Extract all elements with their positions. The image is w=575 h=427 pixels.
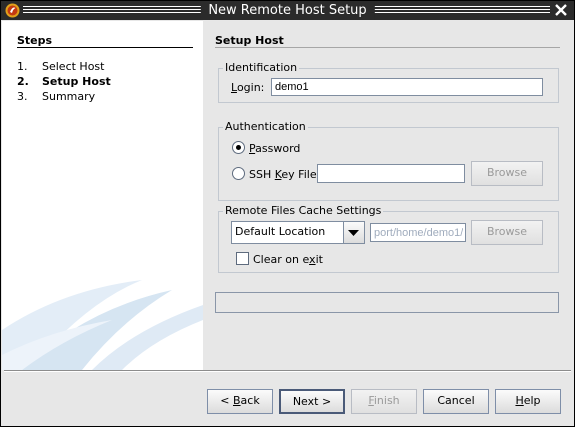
cache-location-value: Default Location [235,225,326,238]
step-summary: 3. Summary [17,90,95,103]
button-divider-highlight [4,371,571,372]
chevron-down-icon [348,230,359,236]
cancel-button[interactable]: Cancel [423,389,489,414]
step-number: 1. [17,60,28,73]
finish-button[interactable]: Finish [351,389,417,414]
password-label[interactable]: Password [249,142,300,155]
clear-on-exit-checkbox[interactable] [236,252,249,265]
password-radio[interactable] [232,141,245,154]
dialog-window: New Remote Host Setup Steps 1. Select Hos… [0,0,575,427]
cache-settings-label: Remote Files Cache Settings [223,204,384,218]
step-setup-host: 2. Setup Host [17,75,111,88]
steps-panel: Steps 1. Select Host 2. Setup Host 3. Summa… [2,21,203,370]
step-label: Select Host [42,60,105,73]
step-number: 2. [17,75,29,88]
dropdown-arrow[interactable] [343,222,364,243]
back-button[interactable]: < Back [207,389,273,414]
step-number: 3. [17,90,28,103]
wizard-watermark-graphic [2,280,203,370]
step-label: Summary [42,90,96,103]
app-logo-icon [5,3,20,18]
title-divider [215,47,560,48]
steps-heading: Steps [17,34,53,47]
authentication-label: Authentication [223,120,308,134]
ssh-key-label[interactable]: SSH Key File [249,168,317,181]
cache-browse-button[interactable]: Browse [471,220,543,245]
ssh-key-file-input[interactable] [317,164,465,183]
identification-label: Identification [223,61,300,75]
login-label: Login: [231,81,265,94]
ssh-browse-button[interactable]: Browse [471,161,543,186]
step-label: Setup Host [42,75,111,88]
cache-location-select[interactable]: Default Location [231,221,365,244]
login-input[interactable] [271,78,543,96]
help-button[interactable]: Help [495,389,561,414]
window-title: New Remote Host Setup [200,1,375,20]
step-select-host: 1. Select Host [17,60,104,73]
next-button[interactable]: Next > [279,389,345,414]
ssh-key-radio[interactable] [232,167,245,180]
title-bar[interactable]: New Remote Host Setup [1,1,574,20]
cache-path-input[interactable] [370,223,466,242]
status-area [215,292,559,313]
close-icon[interactable] [554,3,568,17]
page-title: Setup Host [215,34,284,47]
steps-divider [17,47,193,48]
clear-on-exit-label[interactable]: Clear on exit [253,253,323,266]
